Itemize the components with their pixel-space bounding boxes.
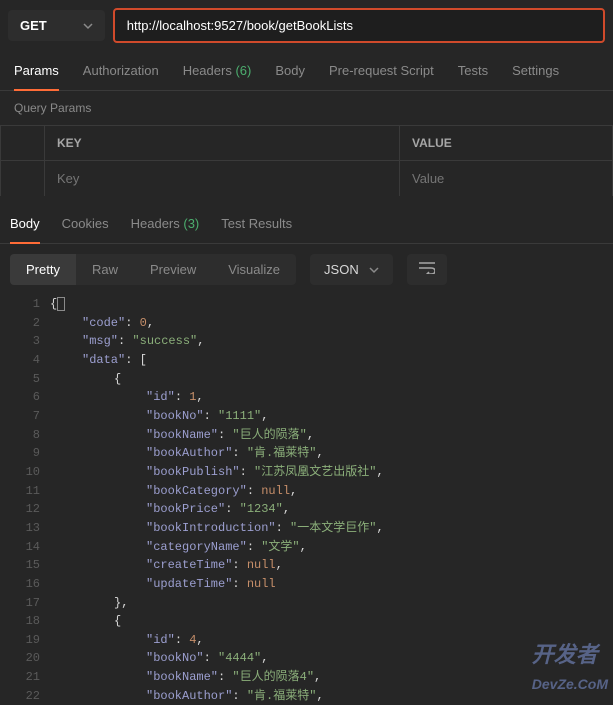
http-method-select[interactable]: GET <box>8 10 105 41</box>
chevron-down-icon <box>83 21 93 31</box>
param-value-input[interactable] <box>400 161 612 196</box>
code-content: {"code": 0,"msg": "success","data": [{"i… <box>50 295 613 705</box>
params-key-header: KEY <box>45 126 400 161</box>
tab-headers[interactable]: Headers (6) <box>183 51 252 90</box>
tab-tests[interactable]: Tests <box>458 51 488 90</box>
response-tab-headers[interactable]: Headers (3) <box>131 204 200 243</box>
response-tab-body[interactable]: Body <box>10 204 40 243</box>
response-tab-headers-count: (3) <box>183 216 199 231</box>
params-input-row <box>1 161 613 197</box>
tab-settings[interactable]: Settings <box>512 51 559 90</box>
response-toolbar: Pretty Raw Preview Visualize JSON <box>0 244 613 295</box>
view-tab-visualize[interactable]: Visualize <box>212 254 296 285</box>
request-url-input[interactable] <box>113 8 605 43</box>
wrap-lines-button[interactable] <box>407 254 447 285</box>
params-value-header: VALUE <box>400 126 613 161</box>
params-header-row: KEY VALUE <box>1 126 613 161</box>
response-tab-cookies[interactable]: Cookies <box>62 204 109 243</box>
response-body-editor[interactable]: 12345678910111213141516171819202122 {"co… <box>0 295 613 705</box>
param-key-input[interactable] <box>45 161 399 196</box>
response-tab-test-results[interactable]: Test Results <box>221 204 292 243</box>
chevron-down-icon <box>369 265 379 275</box>
line-gutter: 12345678910111213141516171819202122 <box>0 295 50 705</box>
tab-authorization[interactable]: Authorization <box>83 51 159 90</box>
wrap-icon <box>419 262 435 274</box>
http-method-label: GET <box>20 18 47 33</box>
response-tabs: Body Cookies Headers (3) Test Results <box>0 204 613 244</box>
view-tab-raw[interactable]: Raw <box>76 254 134 285</box>
query-params-label: Query Params <box>0 91 613 125</box>
tab-params[interactable]: Params <box>14 51 59 90</box>
params-table: KEY VALUE <box>0 125 613 196</box>
response-format-label: JSON <box>324 262 359 277</box>
view-tab-preview[interactable]: Preview <box>134 254 212 285</box>
tab-headers-label: Headers <box>183 63 232 78</box>
request-tabs: Params Authorization Headers (6) Body Pr… <box>0 51 613 91</box>
view-mode-tabs: Pretty Raw Preview Visualize <box>10 254 296 285</box>
tab-body[interactable]: Body <box>275 51 305 90</box>
view-tab-pretty[interactable]: Pretty <box>10 254 76 285</box>
tab-prerequest[interactable]: Pre-request Script <box>329 51 434 90</box>
response-tab-headers-label: Headers <box>131 216 180 231</box>
response-format-select[interactable]: JSON <box>310 254 393 285</box>
tab-headers-count: (6) <box>235 63 251 78</box>
